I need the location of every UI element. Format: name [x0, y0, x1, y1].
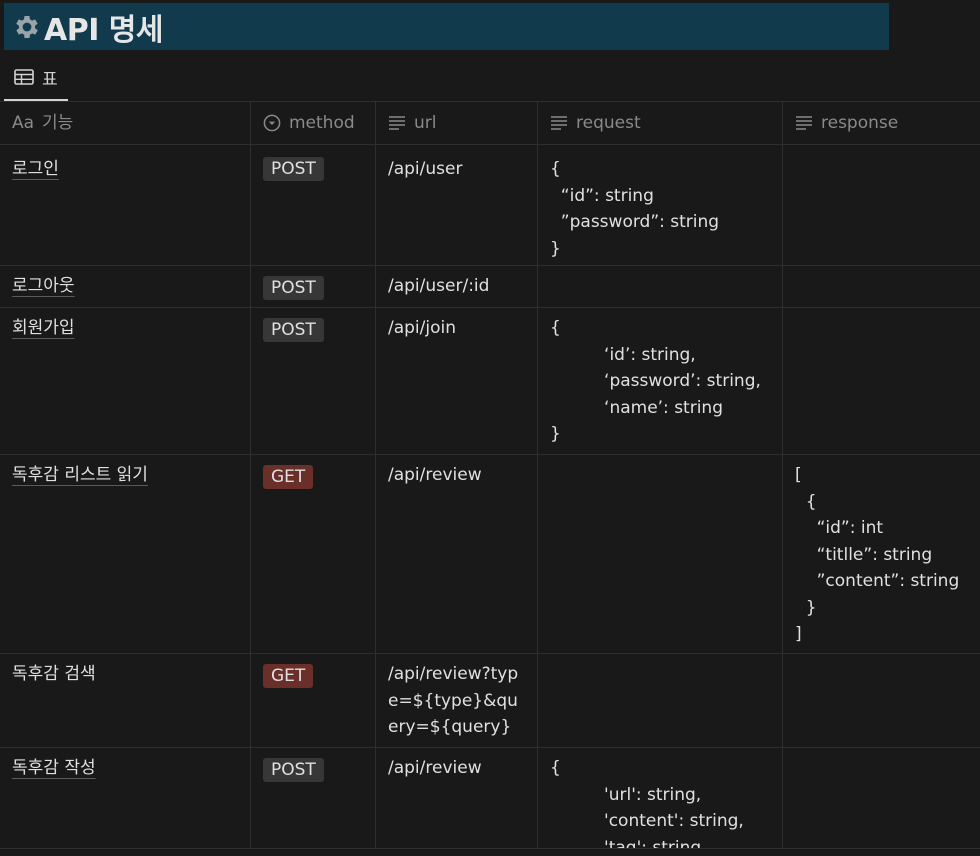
page-header: API 명세 — [4, 3, 889, 50]
table-row[interactable]: 독후감 작성 POST /api/review { 'url': string,… — [0, 748, 980, 849]
select-icon — [263, 114, 281, 132]
name-cell[interactable]: 회원가입 — [0, 308, 251, 454]
name-cell[interactable]: 독후감 검색 — [0, 654, 251, 747]
table-row[interactable]: 독후감 리스트 읽기 GET /api/review [ { “id”: int… — [0, 455, 980, 654]
method-cell[interactable]: POST — [251, 308, 376, 454]
column-header-method[interactable]: method — [251, 102, 376, 144]
tab-table-view[interactable]: 표 — [4, 62, 68, 101]
request-cell[interactable]: { 'url': string, 'content': string, 'tag… — [538, 748, 783, 848]
url-cell[interactable]: /api/join — [376, 308, 538, 454]
text-lines-icon — [796, 116, 812, 130]
url-cell[interactable]: /api/review?type=${type}&query=${query} — [376, 654, 538, 747]
request-cell[interactable] — [538, 266, 783, 307]
name-cell[interactable]: 로그아웃 — [0, 266, 251, 307]
table-row[interactable]: 회원가입 POST /api/join { ‘id’: string, ‘pas… — [0, 308, 980, 455]
row-name-link[interactable]: 로그아웃 — [12, 276, 75, 296]
method-tag: POST — [263, 758, 324, 782]
column-header-url[interactable]: url — [376, 102, 538, 144]
method-tag: POST — [263, 157, 324, 181]
method-tag: GET — [263, 465, 314, 489]
title-aa-icon: Aa — [12, 112, 35, 133]
name-cell[interactable]: 독후감 작성 — [0, 748, 251, 848]
response-cell[interactable] — [783, 748, 980, 848]
table-row[interactable]: 로그인 POST /api/user { “id”: string ”passw… — [0, 145, 980, 266]
row-name-link[interactable]: 독후감 작성 — [12, 758, 96, 778]
method-cell[interactable]: GET — [251, 654, 376, 747]
method-tag: POST — [263, 276, 324, 300]
row-name-link[interactable]: 로그인 — [12, 159, 59, 179]
response-cell[interactable] — [783, 266, 980, 307]
database-table: Aa 기능 method url request response 로그인 PO… — [0, 102, 980, 849]
request-cell[interactable] — [538, 654, 783, 747]
request-cell[interactable]: { “id”: string ”password”: string } — [538, 145, 783, 265]
row-name-link[interactable]: 독후감 검색 — [12, 664, 96, 684]
response-cell[interactable]: [ { “id”: int “titlle”: string ”content”… — [783, 455, 980, 653]
gear-icon — [16, 15, 38, 38]
method-cell[interactable]: POST — [251, 145, 376, 265]
url-cell[interactable]: /api/user — [376, 145, 538, 265]
page-title: API 명세 — [44, 12, 164, 48]
text-lines-icon — [389, 116, 405, 130]
column-header-request[interactable]: request — [538, 102, 783, 144]
url-cell[interactable]: /api/user/:id — [376, 266, 538, 307]
response-cell[interactable] — [783, 145, 980, 265]
tab-label: 표 — [42, 69, 58, 90]
column-header-name[interactable]: Aa 기능 — [0, 102, 251, 144]
response-cell[interactable] — [783, 308, 980, 454]
response-cell[interactable] — [783, 654, 980, 747]
name-cell[interactable]: 로그인 — [0, 145, 251, 265]
text-lines-icon — [551, 116, 567, 130]
url-cell[interactable]: /api/review — [376, 748, 538, 848]
column-header-response[interactable]: response — [783, 102, 980, 144]
table-row[interactable]: 독후감 검색 GET /api/review?type=${type}&quer… — [0, 654, 980, 748]
table-row[interactable]: 로그아웃 POST /api/user/:id — [0, 266, 980, 308]
url-cell[interactable]: /api/review — [376, 455, 538, 653]
method-cell[interactable]: POST — [251, 266, 376, 307]
method-cell[interactable]: GET — [251, 455, 376, 653]
request-cell[interactable] — [538, 455, 783, 653]
method-tag: GET — [263, 664, 314, 688]
method-tag: POST — [263, 318, 324, 342]
view-tabs: 표 — [4, 62, 68, 102]
row-name-link[interactable]: 회원가입 — [12, 318, 75, 338]
table-icon — [14, 69, 34, 85]
name-cell[interactable]: 독후감 리스트 읽기 — [0, 455, 251, 653]
request-cell[interactable]: { ‘id’: string, ‘password’: string, ‘nam… — [538, 308, 783, 454]
row-name-link[interactable]: 독후감 리스트 읽기 — [12, 465, 148, 485]
table-header-row: Aa 기능 method url request response — [0, 102, 980, 145]
method-cell[interactable]: POST — [251, 748, 376, 848]
